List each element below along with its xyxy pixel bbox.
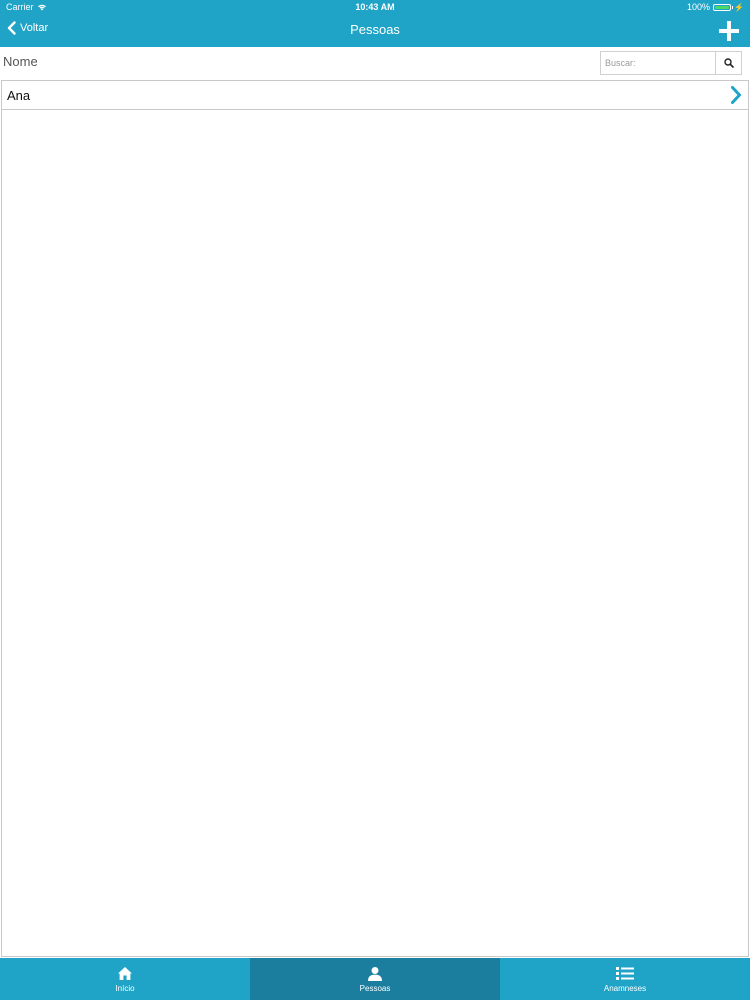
back-button[interactable]: Voltar [7,21,48,35]
chevron-right-icon [731,86,741,104]
chevron-left-icon [7,21,16,35]
search-button[interactable] [716,51,742,75]
add-person-button[interactable] [718,20,740,42]
person-icon [368,966,382,981]
battery-percent: 100% [687,2,711,12]
home-icon [118,966,132,980]
search-icon [723,58,734,68]
battery-info: 100% ⚡ [687,2,744,12]
tab-pessoas[interactable]: Pessoas [250,958,500,1000]
person-name: Ana [7,88,31,103]
search-input[interactable] [600,51,716,75]
battery-icon [713,3,734,11]
tab-inicio[interactable]: Início [0,958,250,1000]
page-title: Pessoas [350,22,400,37]
tab-label: Anamneses [603,983,647,993]
list-item[interactable]: Ana [2,81,748,110]
back-button-label: Voltar [20,22,49,34]
tab-label: Pessoas [359,983,391,993]
list-header: Nome [0,47,750,79]
tab-label: Início [115,983,135,993]
navigation-bar: Voltar Pessoas [0,15,750,47]
column-label-nome: Nome [3,54,38,69]
people-list: Ana [1,80,749,957]
tab-bar: Início Pessoas Anamneses [0,958,750,1000]
status-bar: Carrier 10:43 AM 100% ⚡ [0,0,750,15]
status-time: 10:43 AM [355,2,395,12]
tab-anamneses[interactable]: Anamneses [500,958,750,1000]
charging-icon: ⚡ [734,2,744,12]
top-bar: Carrier 10:43 AM 100% ⚡ Voltar Pessoas [0,0,750,47]
list-icon [616,966,634,980]
